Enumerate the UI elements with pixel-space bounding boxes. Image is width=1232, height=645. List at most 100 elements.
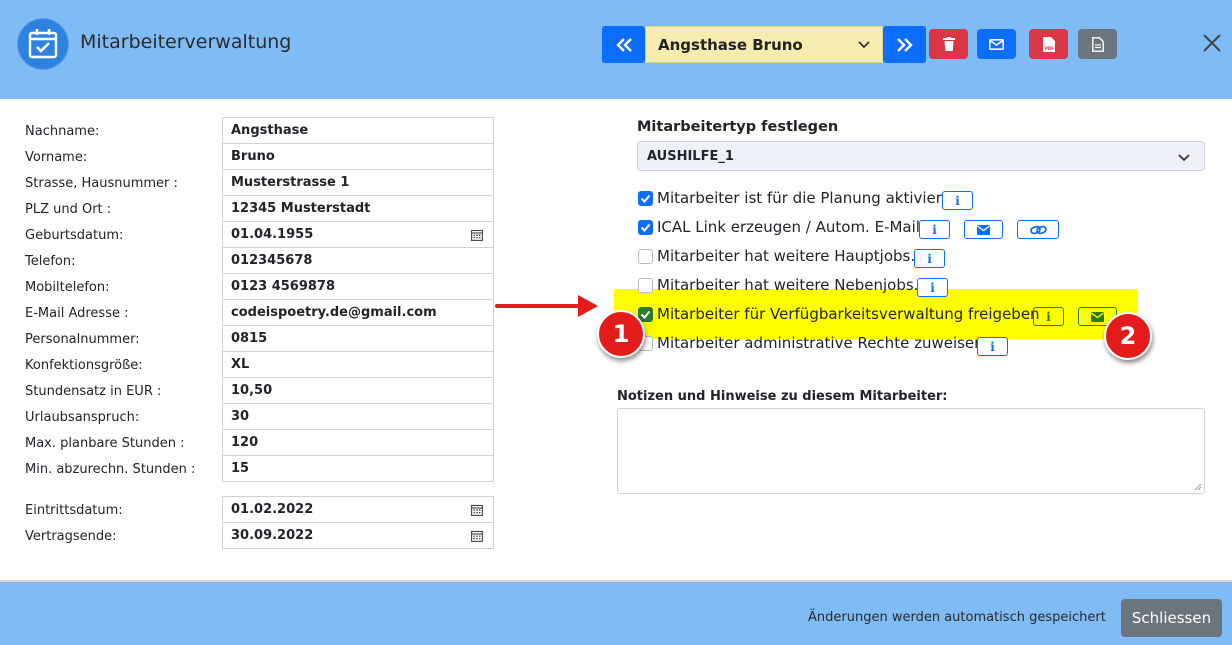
- min-hours-input[interactable]: 15: [222, 455, 494, 482]
- field-label: Nachname:: [25, 124, 100, 139]
- field-label: Strasse, Hausnummer :: [25, 176, 178, 191]
- autosave-text: Änderungen werden automatisch gespeicher…: [808, 610, 1106, 625]
- field-label: Mobiltelefon:: [25, 280, 110, 295]
- info-icon: i: [955, 193, 960, 208]
- check-icon: [640, 223, 651, 232]
- option-label: Mitarbeiter für Verfügbarkeitsverwaltung…: [657, 305, 1040, 323]
- copy-link-button[interactable]: [1017, 220, 1059, 239]
- option-label: Mitarbeiter ist für die Planung aktivier…: [657, 189, 948, 207]
- chevron-down-icon: [1178, 154, 1190, 162]
- annotation-arrow-icon: [495, 295, 598, 317]
- annotation-badge-1: 1: [597, 310, 645, 358]
- field-label: Geburtsdatum:: [25, 228, 124, 243]
- employee-select[interactable]: Angsthase Bruno: [645, 26, 883, 63]
- close-button[interactable]: Schliessen: [1121, 599, 1222, 637]
- annotation-badge-2: 2: [1104, 312, 1152, 360]
- field-label: Konfektionsgröße:: [25, 358, 143, 373]
- double-chevron-left-icon: [615, 37, 632, 52]
- field-label: Eintrittsdatum:: [25, 503, 123, 518]
- ical-link-checkbox[interactable]: [638, 220, 653, 235]
- birthdate-value: 01.04.1955: [231, 227, 314, 242]
- document-button[interactable]: [1078, 29, 1117, 59]
- calendar-icon[interactable]: [471, 530, 483, 542]
- page-title: Mitarbeiterverwaltung: [80, 31, 292, 53]
- previous-employee-button[interactable]: [602, 26, 645, 63]
- field-label: Telefon:: [25, 254, 76, 269]
- chevron-down-icon: [858, 41, 870, 49]
- info-button[interactable]: i: [1033, 307, 1064, 326]
- calendar-icon[interactable]: [471, 504, 483, 516]
- email-input[interactable]: codeispoetry.de@gmail.com: [222, 299, 494, 326]
- field-label: PLZ und Ort :: [25, 202, 112, 217]
- envelope-icon: [977, 224, 990, 235]
- check-icon: [640, 194, 651, 203]
- link-icon: [1029, 225, 1047, 234]
- employee-type-title: Mitarbeitertyp festlegen: [637, 119, 839, 135]
- start-date-value: 01.02.2022: [231, 502, 314, 517]
- info-icon: i: [930, 280, 935, 295]
- option-label: Mitarbeiter hat weitere Hauptjobs.: [657, 247, 916, 265]
- calendar-check-icon: [18, 19, 68, 69]
- envelope-icon: [1091, 311, 1104, 322]
- start-date-input[interactable]: 01.02.2022: [222, 496, 494, 523]
- envelope-icon: [989, 38, 1004, 50]
- email-button[interactable]: [977, 29, 1016, 59]
- pdf-export-button[interactable]: PDF: [1029, 29, 1068, 59]
- main-jobs-checkbox[interactable]: [638, 249, 653, 264]
- field-label: Vorname:: [25, 150, 88, 165]
- field-label: Urlaubsanspruch:: [25, 410, 140, 425]
- phone-input[interactable]: 012345678: [222, 247, 494, 274]
- check-icon: [640, 310, 651, 319]
- info-icon: i: [990, 339, 995, 354]
- field-label: E-Mail Adresse :: [25, 306, 129, 321]
- employee-type-select[interactable]: AUSHILFE_1: [637, 141, 1205, 171]
- info-button[interactable]: i: [942, 191, 973, 210]
- resize-grip-icon[interactable]: [1194, 483, 1202, 491]
- field-label: Vertragsende:: [25, 529, 117, 544]
- personnel-number-input[interactable]: 0815: [222, 325, 494, 352]
- clothing-size-input[interactable]: XL: [222, 351, 494, 378]
- info-button[interactable]: i: [919, 220, 950, 239]
- side-jobs-checkbox[interactable]: [638, 278, 653, 293]
- end-date-value: 30.09.2022: [231, 528, 314, 543]
- end-date-input[interactable]: 30.09.2022: [222, 522, 494, 549]
- double-chevron-right-icon: [896, 37, 913, 52]
- field-label: Personalnummer:: [25, 332, 140, 347]
- zip-city-input[interactable]: 12345 Musterstadt: [222, 195, 494, 222]
- hourly-rate-input[interactable]: 10,50: [222, 377, 494, 404]
- svg-text:PDF: PDF: [1045, 46, 1054, 51]
- notes-label: Notizen und Hinweise zu diesem Mitarbeit…: [617, 389, 948, 404]
- delete-button[interactable]: [929, 29, 968, 59]
- option-label: ICAL Link erzeugen / Autom. E-Mail: [657, 218, 920, 236]
- planning-enabled-checkbox[interactable]: [638, 191, 653, 206]
- firstname-input[interactable]: Bruno: [222, 143, 494, 170]
- info-icon: i: [927, 251, 932, 266]
- vacation-input[interactable]: 30: [222, 403, 494, 430]
- employee-select-value: Angsthase Bruno: [658, 35, 803, 54]
- info-button[interactable]: i: [917, 278, 948, 297]
- field-label: Max. planbare Stunden :: [25, 436, 185, 451]
- mobile-input[interactable]: 0123 4569878: [222, 273, 494, 300]
- calendar-icon[interactable]: [471, 229, 483, 241]
- field-label: Min. abzurechn. Stunden :: [25, 462, 196, 477]
- lastname-input[interactable]: Angsthase: [222, 117, 494, 144]
- option-label: Mitarbeiter administrative Rechte zuweis…: [657, 334, 984, 352]
- street-input[interactable]: Musterstrasse 1: [222, 169, 494, 196]
- info-button[interactable]: i: [914, 249, 945, 268]
- close-icon[interactable]: [1202, 33, 1222, 53]
- info-icon: i: [932, 222, 937, 237]
- max-hours-input[interactable]: 120: [222, 429, 494, 456]
- employee-type-value: AUSHILFE_1: [647, 148, 734, 164]
- header-bar: Mitarbeiterverwaltung Angsthase Bruno PD…: [0, 0, 1232, 99]
- option-label: Mitarbeiter hat weitere Nebenjobs.: [657, 276, 919, 294]
- footer-bar: Änderungen werden automatisch gespeicher…: [0, 580, 1232, 645]
- notes-textarea[interactable]: [617, 408, 1205, 494]
- pdf-icon: PDF: [1042, 36, 1055, 52]
- birthdate-input[interactable]: 01.04.1955: [222, 221, 494, 248]
- info-icon: i: [1046, 309, 1051, 324]
- info-button[interactable]: i: [977, 337, 1008, 356]
- trash-icon: [942, 37, 955, 51]
- next-employee-button[interactable]: [883, 26, 926, 63]
- field-label: Stundensatz in EUR :: [25, 384, 162, 399]
- send-email-button[interactable]: [964, 220, 1003, 239]
